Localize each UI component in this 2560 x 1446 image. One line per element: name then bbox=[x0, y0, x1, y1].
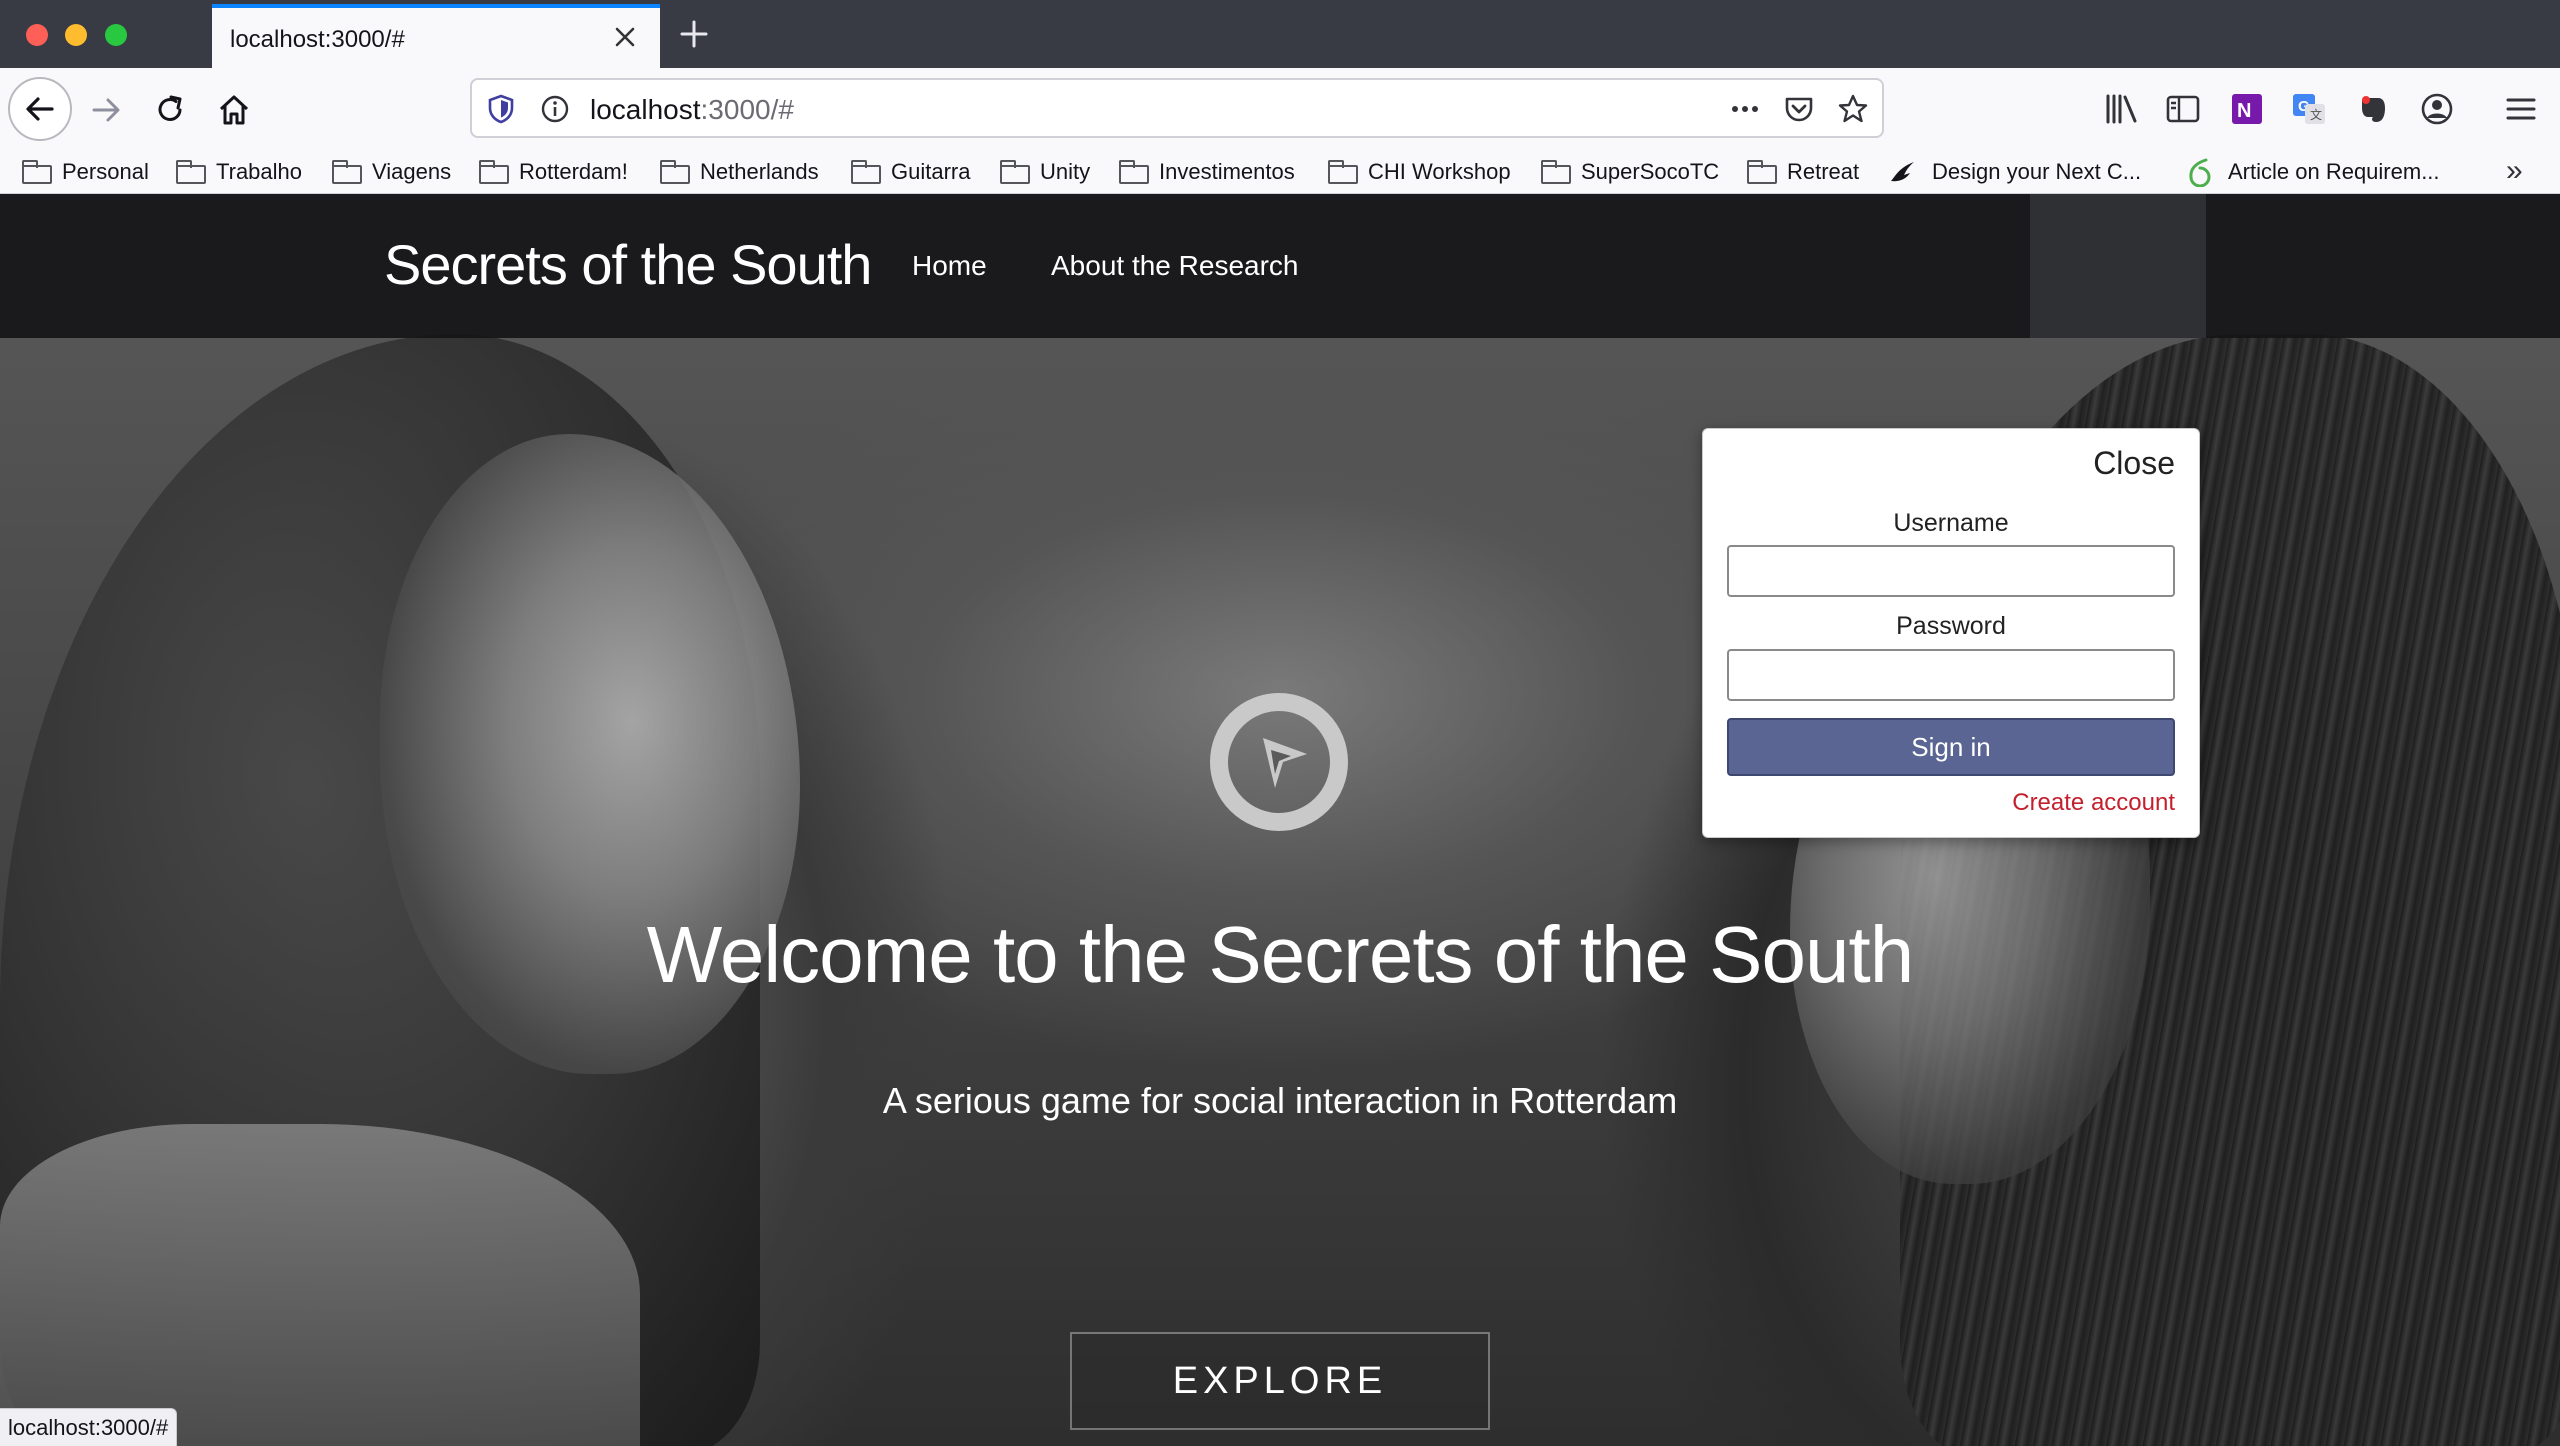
bookmark-folder[interactable]: Netherlands bbox=[660, 154, 819, 190]
folder-icon bbox=[332, 160, 362, 184]
home-button[interactable] bbox=[204, 80, 264, 140]
bookmark-folder[interactable]: Rotterdam! bbox=[479, 154, 628, 190]
bookmark-folder[interactable]: Unity bbox=[1000, 154, 1090, 190]
svg-text:N: N bbox=[2237, 100, 2251, 122]
create-account-link[interactable]: Create account bbox=[2012, 789, 2175, 817]
navigation-toolbar: localhost:3000/# N G文 bbox=[0, 68, 2560, 150]
menu-icon[interactable] bbox=[2500, 88, 2542, 130]
bookmark-label: Rotterdam! bbox=[519, 159, 628, 184]
window-minimize-button[interactable] bbox=[65, 24, 87, 46]
bookmark-folder[interactable]: Trabalho bbox=[176, 154, 302, 190]
bookmarks-overflow-icon[interactable]: » bbox=[2506, 154, 2523, 188]
username-label: Username bbox=[1893, 509, 2009, 537]
bookmark-label: Guitarra bbox=[891, 159, 971, 184]
play-icon[interactable] bbox=[1209, 692, 1349, 832]
folder-icon bbox=[1541, 160, 1571, 184]
svg-text:文: 文 bbox=[2310, 107, 2322, 122]
bookmark-label: CHI Workshop bbox=[1368, 159, 1511, 184]
login-nav-tab[interactable] bbox=[2030, 194, 2206, 338]
account-icon[interactable] bbox=[2416, 88, 2458, 130]
bookmark-folder[interactable]: CHI Workshop bbox=[1328, 154, 1511, 190]
nav-about-link[interactable]: About the Research bbox=[1051, 250, 1299, 282]
site-brand[interactable]: Secrets of the South bbox=[384, 232, 872, 297]
folder-icon bbox=[479, 160, 509, 184]
hero-title: Welcome to the Secrets of the South bbox=[646, 910, 1914, 999]
bookmark-label: Investimentos bbox=[1159, 159, 1295, 184]
folder-icon bbox=[1119, 160, 1149, 184]
login-popover: Close Username Password Sign in Create a… bbox=[1702, 428, 2200, 838]
folder-icon bbox=[660, 160, 690, 184]
tab-title: localhost:3000/# bbox=[230, 26, 405, 53]
window-maximize-button[interactable] bbox=[105, 24, 127, 46]
sign-in-button[interactable]: Sign in bbox=[1727, 718, 2175, 776]
close-button[interactable]: Close bbox=[2093, 445, 2175, 482]
site-navbar: Secrets of the South Home About the Rese… bbox=[0, 194, 2560, 338]
nav-home-link[interactable]: Home bbox=[912, 250, 987, 282]
hero-photo-hood bbox=[0, 1124, 640, 1446]
url-bar[interactable]: localhost:3000/# bbox=[470, 78, 1884, 138]
new-tab-icon[interactable] bbox=[674, 14, 714, 54]
folder-icon bbox=[22, 160, 52, 184]
bookmark-folder[interactable]: Viagens bbox=[332, 154, 451, 190]
browser-tab[interactable]: localhost:3000/# bbox=[212, 4, 660, 68]
pocket-icon[interactable] bbox=[1782, 92, 1816, 126]
bookmark-link[interactable]: Article on Requirem... bbox=[2186, 154, 2440, 190]
sidebar-icon[interactable] bbox=[2162, 88, 2204, 130]
bookmark-label: Personal bbox=[62, 159, 149, 184]
bookmark-folder[interactable]: Personal bbox=[22, 154, 149, 190]
forward-button[interactable] bbox=[76, 80, 136, 140]
reload-button[interactable] bbox=[140, 80, 200, 140]
hero-subtitle: A serious game for social interaction in… bbox=[882, 1080, 1678, 1121]
bookmark-star-icon[interactable] bbox=[1836, 92, 1870, 126]
tab-close-icon[interactable] bbox=[608, 20, 642, 54]
folder-icon bbox=[1328, 160, 1358, 184]
translate-icon[interactable]: G文 bbox=[2288, 88, 2330, 130]
folder-icon bbox=[176, 160, 206, 184]
tracking-shield-icon[interactable] bbox=[484, 92, 518, 126]
forward-arrow-icon bbox=[92, 98, 120, 122]
bookmark-link[interactable]: Design your Next C... bbox=[1888, 154, 2141, 190]
home-icon bbox=[219, 95, 249, 125]
library-icon[interactable] bbox=[2100, 88, 2142, 130]
evernote-icon[interactable] bbox=[2352, 88, 2394, 130]
bookmark-folder[interactable]: SuperSocoTC bbox=[1541, 154, 1719, 190]
bookmark-label: Unity bbox=[1040, 159, 1091, 184]
bookmark-label: Netherlands bbox=[700, 159, 819, 184]
overleaf-icon bbox=[2189, 158, 2211, 187]
bookmark-folder[interactable]: Investimentos bbox=[1119, 154, 1295, 190]
bookmark-label: Trabalho bbox=[216, 159, 303, 184]
bookmark-label: Article on Requirem... bbox=[2228, 159, 2440, 184]
site-info-icon[interactable] bbox=[538, 92, 572, 126]
password-input[interactable] bbox=[1727, 649, 2175, 701]
bookmarks-toolbar: Personal Trabalho Viagens Rotterdam! Net… bbox=[0, 150, 2560, 194]
bookmark-folder[interactable]: Retreat bbox=[1747, 154, 1859, 190]
username-input[interactable] bbox=[1727, 545, 2175, 597]
bookmark-label: Viagens bbox=[372, 159, 452, 184]
back-arrow-icon bbox=[26, 97, 54, 121]
bookmark-label: Design your Next C... bbox=[1932, 159, 2142, 184]
folder-icon bbox=[1747, 160, 1777, 184]
back-button[interactable] bbox=[8, 77, 72, 141]
password-label: Password bbox=[1896, 612, 2006, 640]
reload-icon bbox=[158, 95, 182, 121]
page-content: Secrets of the South Home About the Rese… bbox=[0, 194, 2560, 1446]
bookmark-label: Retreat bbox=[1787, 159, 1860, 184]
url-text: localhost:3000/# bbox=[590, 94, 794, 125]
bird-icon bbox=[1891, 162, 1914, 182]
bookmark-folder[interactable]: Guitarra bbox=[851, 154, 970, 190]
folder-icon bbox=[851, 160, 881, 184]
status-bar-url: localhost:3000/# bbox=[0, 1408, 178, 1446]
explore-button[interactable]: EXPLORE bbox=[1070, 1332, 1490, 1430]
window-close-button[interactable] bbox=[26, 24, 48, 46]
page-actions-icon[interactable] bbox=[1728, 92, 1762, 126]
bookmark-label: SuperSocoTC bbox=[1581, 159, 1720, 184]
tab-strip: localhost:3000/# bbox=[0, 0, 2560, 68]
folder-icon bbox=[1000, 160, 1030, 184]
onenote-icon[interactable]: N bbox=[2226, 88, 2268, 130]
